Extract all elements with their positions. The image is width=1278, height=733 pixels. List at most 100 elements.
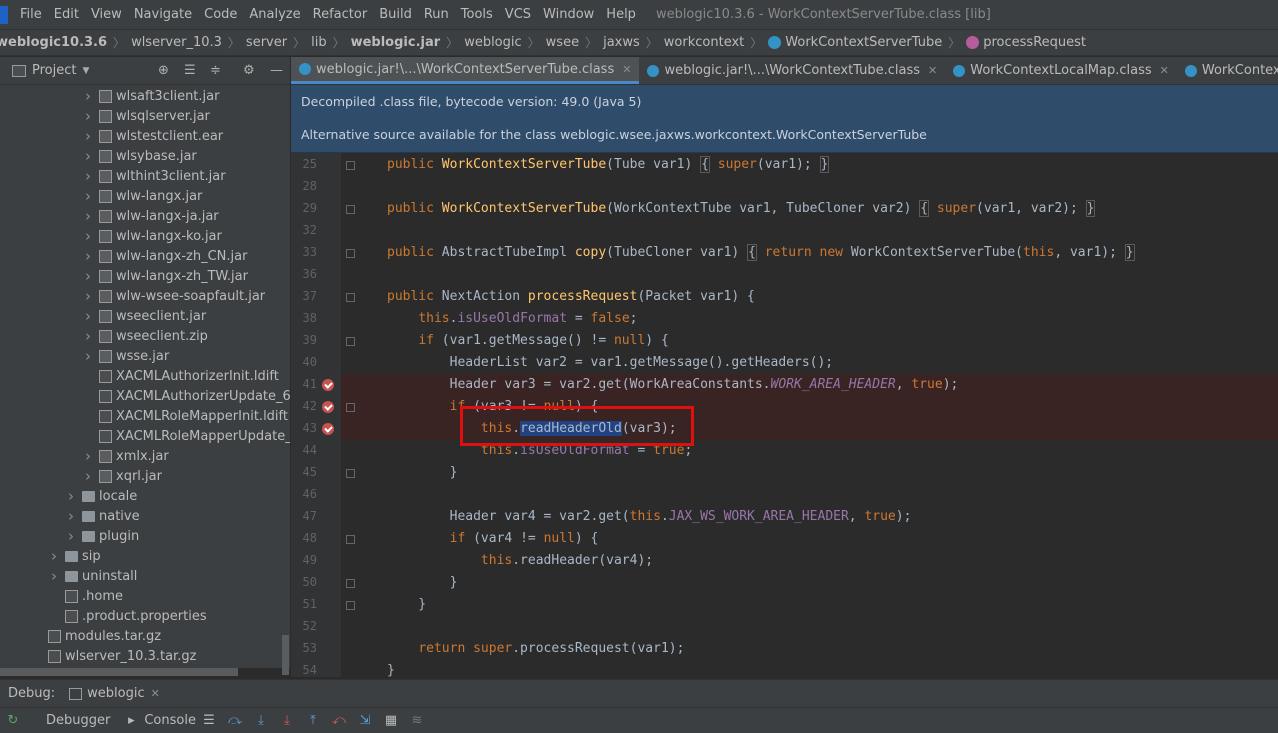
chevron-right-icon[interactable]: › [85,107,99,125]
breadcrumb-item[interactable]: jaxws [603,35,640,50]
chevron-right-icon[interactable]: › [85,307,99,325]
menu-edit[interactable]: Edit [48,7,85,22]
fold-icon[interactable] [346,535,355,544]
tree-item[interactable]: XACMLAuthorizerUpdate_61.ld [85,386,290,406]
menu-code[interactable]: Code [198,7,243,22]
breakpoint-icon[interactable] [322,423,334,435]
tab-debugger[interactable]: Debugger [38,713,118,728]
tree-item[interactable]: › wlstestclient.ear [85,126,223,146]
tree-item[interactable]: › native [68,506,140,526]
collapse-all-icon[interactable]: ≑ [210,63,221,78]
tree-item[interactable]: › xqrl.jar [85,466,162,486]
breadcrumb-item[interactable]: workcontext [664,35,744,50]
menu-file[interactable]: File [14,7,48,22]
chevron-right-icon[interactable]: › [85,327,99,345]
chevron-right-icon[interactable]: › [85,467,99,485]
tree-item[interactable]: modules.tar.gz [34,626,161,646]
menu-lines-icon[interactable]: ☰ [202,713,216,728]
fold-icon[interactable] [346,403,355,412]
fold-icon[interactable] [346,161,355,170]
fold-icon[interactable] [346,249,355,258]
drop-frame-icon[interactable]: ⤺ [332,713,346,728]
tree-item[interactable]: › xmlx.jar [85,446,169,466]
debug-session-tab[interactable]: weblogic [87,686,144,701]
fold-icon[interactable] [346,293,355,302]
breadcrumb-item[interactable]: weblogic10.3.6 [0,35,107,50]
tree-item[interactable]: XACMLRoleMapperInit.ldift [85,406,288,426]
chevron-right-icon[interactable]: › [68,507,82,525]
tree-item[interactable]: .product.properties [51,606,207,626]
menu-view[interactable]: View [85,7,128,22]
trace-icon[interactable]: ≋ [410,713,424,728]
tree-item[interactable]: .home [51,586,123,606]
close-icon[interactable]: ✕ [622,63,631,76]
breakpoint-icon[interactable] [322,379,334,391]
tree-item[interactable]: › wsse.jar [85,346,169,366]
breadcrumb-item[interactable]: wsee [546,35,579,50]
menu-vcs[interactable]: VCS [499,7,537,22]
chevron-right-icon[interactable]: › [85,147,99,165]
tab-workcontexttube[interactable]: weblogic.jar!\...\WorkContextTube.class … [639,57,945,84]
step-out-icon[interactable]: ⤒ [306,713,320,728]
chevron-right-icon[interactable]: › [85,87,99,105]
breadcrumb-item[interactable]: processRequest [983,35,1086,50]
menu-refactor[interactable]: Refactor [307,7,374,22]
tree-item[interactable]: › plugin [68,526,139,546]
tab-workcontextservertube[interactable]: weblogic.jar!\...\WorkContextServerTube.… [291,57,640,84]
breadcrumb-item[interactable]: weblogic.jar [351,35,441,50]
chevron-right-icon[interactable]: › [85,287,99,305]
chevron-right-icon[interactable]: › [51,547,65,565]
gear-icon[interactable]: ⚙ [243,63,255,78]
tree-item[interactable]: › sip [51,546,101,566]
chevron-right-icon[interactable]: › [85,167,99,185]
fold-icon[interactable] [346,601,355,610]
run-to-cursor-icon[interactable]: ⇲ [358,713,372,728]
close-icon[interactable]: ✕ [928,64,937,77]
fold-icon[interactable] [346,469,355,478]
chevron-right-icon[interactable]: › [85,207,99,225]
chevron-right-icon[interactable]: › [68,527,82,545]
tree-item[interactable]: › wseeclient.zip [85,326,208,346]
horizontal-scrollbar[interactable] [0,668,238,676]
tree-item[interactable]: XACMLAuthorizerInit.ldift [85,366,279,386]
tab-console[interactable]: Console [144,713,196,728]
breadcrumb-item[interactable]: wlserver_10.3 [131,35,222,50]
chevron-right-icon[interactable]: › [85,247,99,265]
breadcrumb-item[interactable]: weblogic [464,35,521,50]
evaluate-expression-icon[interactable]: ▦ [384,713,398,728]
menu-navigate[interactable]: Navigate [128,7,198,22]
close-icon[interactable]: ✕ [151,687,160,700]
chevron-right-icon[interactable]: › [85,347,99,365]
tree-item[interactable]: › wlw-langx-ja.jar [85,206,219,226]
minimize-icon[interactable]: — [270,63,283,78]
fold-icon[interactable] [346,205,355,214]
chevron-right-icon[interactable]: › [68,487,82,505]
chevron-right-icon[interactable]: › [85,227,99,245]
chevron-right-icon[interactable]: › [85,267,99,285]
menu-window[interactable]: Window [537,7,600,22]
step-over-icon[interactable]: ⤼ [228,713,242,728]
tree-item[interactable]: › wseeclient.jar [85,306,206,326]
force-step-into-icon[interactable]: ⤓ [280,713,294,728]
close-icon[interactable]: ✕ [1160,64,1169,77]
fold-icon[interactable] [346,337,355,346]
step-into-icon[interactable]: ⤓ [254,713,268,728]
tree-item[interactable]: › wlsqlserver.jar [85,106,210,126]
fold-icon[interactable] [346,579,355,588]
breadcrumb-item[interactable]: WorkContextServerTube [785,35,942,50]
tree-item[interactable]: › wlw-langx.jar [85,186,202,206]
menu-build[interactable]: Build [373,7,418,22]
breadcrumb-item[interactable]: lib [311,35,326,50]
breakpoint-icon[interactable] [322,401,334,413]
tree-item[interactable]: › wlw-langx-ko.jar [85,226,222,246]
tab-workcontextentryimpl[interactable]: WorkContextEntryImpl.cla [1177,57,1278,84]
chevron-down-icon[interactable]: ▼ [82,66,89,76]
tree-item[interactable]: › wlsaft3client.jar [85,86,219,106]
tab-workcontextlocalmap[interactable]: WorkContextLocalMap.class ✕ [945,57,1177,84]
chevron-right-icon[interactable]: › [85,447,99,465]
breadcrumb-item[interactable]: server [246,35,287,50]
expand-all-icon[interactable]: ☰ [184,63,196,78]
tree-item[interactable]: › wlw-langx-zh_CN.jar [85,246,247,266]
tree-item[interactable]: wlserver_10.3.tar.gz [34,646,196,666]
tree-item[interactable]: › locale [68,486,137,506]
